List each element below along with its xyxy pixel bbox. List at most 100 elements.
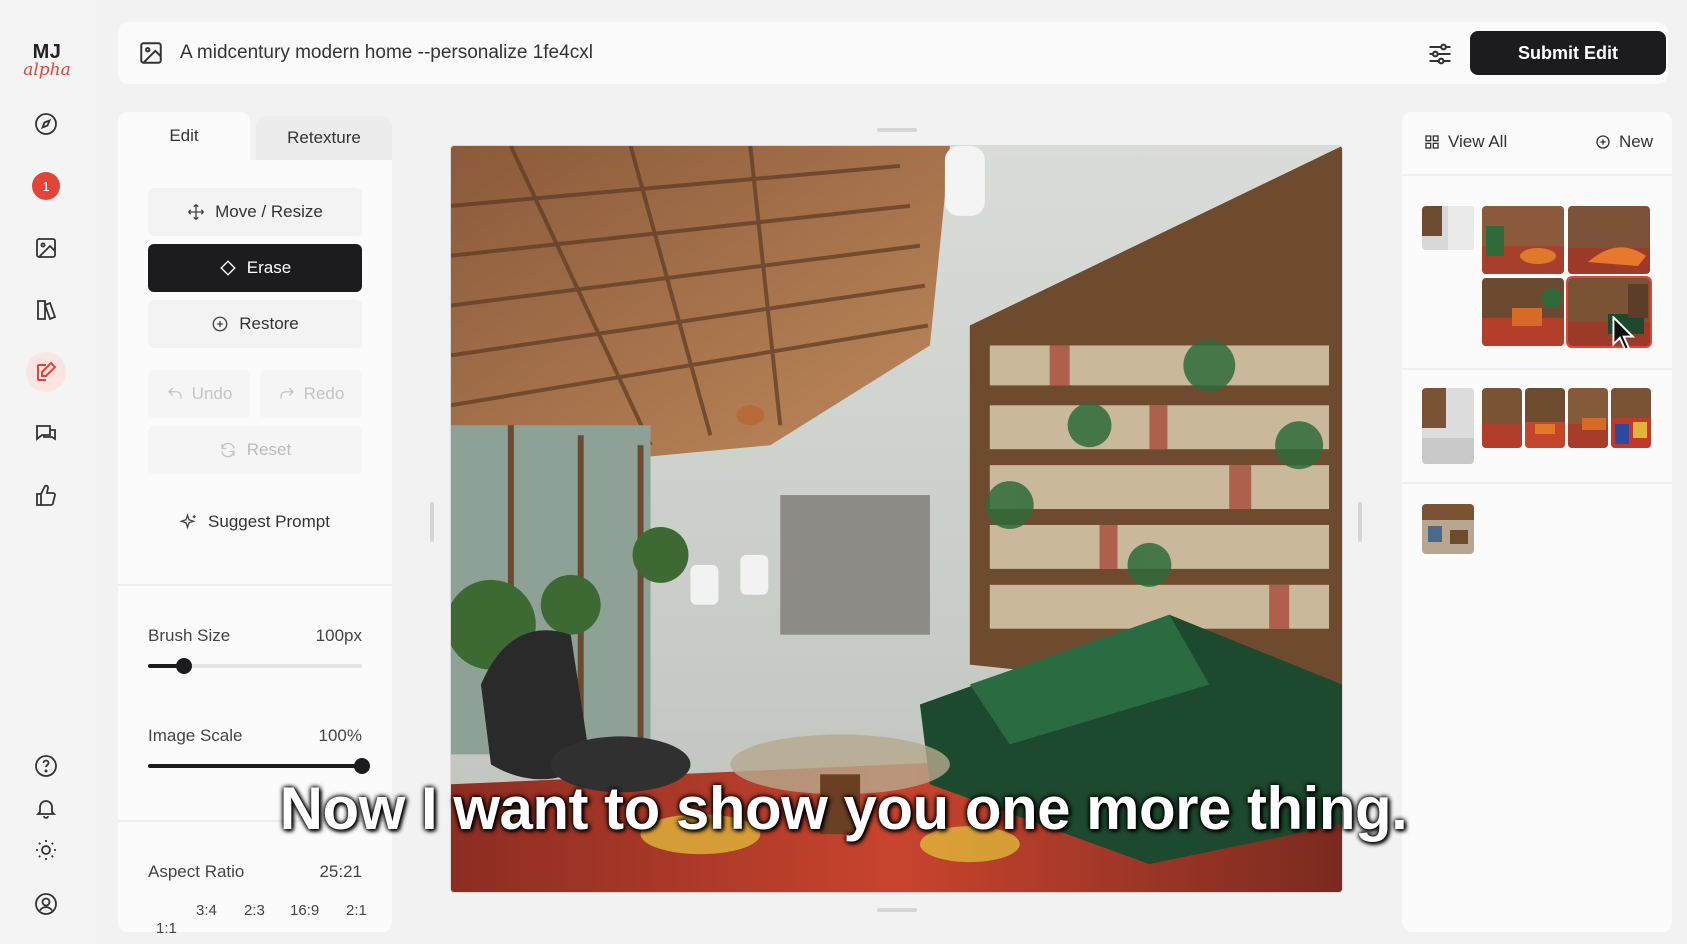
theme-toggle-button[interactable] xyxy=(26,830,66,870)
aspect-option-2-1[interactable]: 2:1 xyxy=(346,902,367,919)
room-thumbnail xyxy=(1422,504,1474,554)
tab-retexture[interactable]: Retexture xyxy=(256,116,392,160)
rank-button[interactable] xyxy=(26,476,66,516)
history-panel: View All New xyxy=(1402,112,1672,932)
submit-edit-button[interactable]: Submit Edit xyxy=(1470,31,1666,75)
left-resize-handle[interactable] xyxy=(430,502,434,542)
history-thumbnail[interactable] xyxy=(1611,388,1651,448)
sparkle-icon xyxy=(180,513,196,530)
room-thumbnail xyxy=(1568,278,1650,346)
restore-button[interactable]: Restore xyxy=(148,300,362,348)
aspect-option-1-1[interactable]: 1:1 xyxy=(156,920,177,937)
history-thumbnail[interactable] xyxy=(1568,388,1608,448)
brush-size-thumb[interactable] xyxy=(176,658,193,674)
profile-icon xyxy=(35,893,57,915)
image-icon xyxy=(36,238,56,258)
reset-button[interactable]: Reset xyxy=(148,426,362,474)
edit-button[interactable] xyxy=(26,352,66,392)
room-thumbnail xyxy=(1422,388,1474,464)
suggest-prompt-label: Suggest Prompt xyxy=(208,512,330,531)
brush-size-slider[interactable] xyxy=(148,658,362,674)
notifications-bell-button[interactable] xyxy=(26,788,66,828)
history-source-thumbnail[interactable] xyxy=(1422,388,1474,464)
help-button[interactable] xyxy=(26,746,66,786)
eraser-icon xyxy=(220,260,236,276)
logo[interactable]: MJ alpha xyxy=(22,41,72,80)
erase-label: Erase xyxy=(246,258,292,277)
brush-size-label: Brush Size xyxy=(148,626,231,645)
redo-button[interactable]: Redo xyxy=(260,370,362,418)
new-button[interactable]: New xyxy=(1595,132,1653,152)
sun-icon xyxy=(36,840,56,860)
right-resize-handle[interactable] xyxy=(1358,502,1362,542)
create-button[interactable] xyxy=(26,228,66,268)
room-thumbnail xyxy=(1482,388,1522,448)
erase-button[interactable]: Erase xyxy=(148,244,362,292)
chat-icon xyxy=(36,425,56,441)
explore-button[interactable] xyxy=(26,104,66,144)
redo-icon xyxy=(279,387,294,399)
edit-canvas xyxy=(410,112,1362,932)
bell-icon xyxy=(35,800,57,819)
image-scale-value: 100% xyxy=(318,726,362,745)
tool-tabs: Edit Retexture xyxy=(118,112,392,160)
tab-edit[interactable]: Edit xyxy=(118,112,250,160)
history-thumbnail[interactable] xyxy=(1525,388,1565,448)
reset-icon xyxy=(221,442,235,458)
notifications-button[interactable]: 1 xyxy=(26,166,66,206)
profile-button[interactable] xyxy=(26,884,66,924)
divider xyxy=(1402,368,1672,370)
aspect-option-2-3[interactable]: 2:3 xyxy=(244,902,265,919)
reset-label: Reset xyxy=(246,440,292,459)
history-source-thumbnail[interactable] xyxy=(1422,504,1474,554)
tool-panel: Edit Retexture Move / Resize Erase Resto… xyxy=(118,112,392,937)
thumbs-up-icon xyxy=(36,484,56,506)
grid-icon xyxy=(1425,135,1439,149)
history-thumbnail[interactable] xyxy=(1482,206,1564,274)
room-thumbnail xyxy=(1525,388,1565,448)
logo-alpha: alpha xyxy=(23,60,71,80)
history-thumbnail[interactable] xyxy=(1482,388,1522,448)
suggest-prompt-button[interactable]: Suggest Prompt xyxy=(148,498,362,546)
organize-button[interactable] xyxy=(26,290,66,330)
move-resize-label: Move / Resize xyxy=(215,202,323,221)
bottom-resize-handle[interactable] xyxy=(877,908,917,912)
organize-icon xyxy=(37,300,57,321)
plus-circle-icon xyxy=(212,316,228,332)
image-icon xyxy=(140,42,162,64)
view-all-button[interactable]: View All xyxy=(1424,132,1507,152)
logo-mj: MJ xyxy=(32,41,62,63)
prompt-bar: A midcentury modern home --personalize 1… xyxy=(118,22,1668,84)
prompt-input[interactable]: A midcentury modern home --personalize 1… xyxy=(180,42,593,64)
restore-label: Restore xyxy=(239,314,299,333)
image-scale-slider[interactable] xyxy=(148,758,370,774)
chat-button[interactable] xyxy=(26,414,66,454)
room-thumbnail xyxy=(1611,388,1651,448)
move-icon xyxy=(188,204,205,220)
room-thumbnail xyxy=(1568,388,1608,448)
room-thumbnail xyxy=(1568,206,1650,274)
aspect-option-3-4[interactable]: 3:4 xyxy=(196,902,217,919)
image-scale-thumb[interactable] xyxy=(354,758,370,774)
top-resize-handle[interactable] xyxy=(877,128,917,132)
history-thumbnail-selected[interactable] xyxy=(1566,276,1652,348)
aspect-ratio-value: 25:21 xyxy=(319,862,362,881)
new-label: New xyxy=(1619,132,1654,151)
divider xyxy=(1402,482,1672,484)
history-source-thumbnail[interactable] xyxy=(1422,206,1474,250)
history-thumbnail[interactable] xyxy=(1568,206,1650,274)
undo-button[interactable]: Undo xyxy=(148,370,250,418)
room-thumbnail xyxy=(1422,206,1474,250)
move-resize-button[interactable]: Move / Resize xyxy=(148,188,362,236)
edited-image[interactable] xyxy=(450,145,1343,893)
left-rail: MJ alpha 1 xyxy=(0,0,96,944)
history-thumbnail[interactable] xyxy=(1482,278,1564,346)
settings-sliders-icon[interactable] xyxy=(1426,40,1454,68)
aspect-option-16-9[interactable]: 16:9 xyxy=(290,902,319,919)
compass-icon xyxy=(35,113,57,135)
room-thumbnail xyxy=(1482,206,1564,274)
room-thumbnail xyxy=(1482,278,1564,346)
notification-badge: 1 xyxy=(32,172,60,200)
divider xyxy=(118,820,392,822)
undo-label: Undo xyxy=(191,384,233,403)
